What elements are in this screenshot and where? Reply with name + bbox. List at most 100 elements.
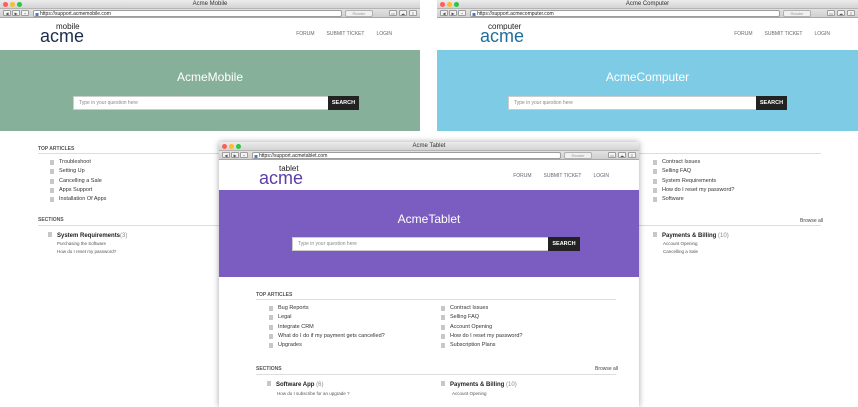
article-link[interactable]: Cancelling a Sale bbox=[59, 177, 102, 186]
list-item[interactable]: What do I do if my payment gets cancelle… bbox=[269, 332, 385, 341]
article-link[interactable]: System Requirements bbox=[662, 177, 716, 186]
search-input[interactable]: Type in your question here bbox=[73, 96, 329, 110]
nav-login[interactable]: LOGIN bbox=[376, 31, 392, 37]
list-item[interactable]: System Requirements bbox=[653, 177, 734, 186]
article-link[interactable]: Installation Of Apps bbox=[59, 195, 106, 204]
forward-icon[interactable]: ▶ bbox=[12, 10, 20, 16]
tablet-toolbar: ◀ ▶ + https://support.acmetablet.com Rea… bbox=[219, 151, 639, 160]
article-link[interactable]: How do I reset my password? bbox=[450, 332, 522, 341]
list-item[interactable]: Legal bbox=[269, 313, 385, 322]
mobile-titlebar: Acme Mobile bbox=[0, 0, 420, 9]
address-bar[interactable]: https://support.acmemobile.com bbox=[33, 10, 342, 17]
nav-submit-ticket[interactable]: SUBMIT TICKET bbox=[765, 31, 803, 37]
list-item[interactable]: How do I reset my password? bbox=[441, 332, 522, 341]
nav-submit-ticket[interactable]: SUBMIT TICKET bbox=[327, 31, 365, 37]
list-item[interactable]: Cancelling a Sale bbox=[50, 177, 106, 186]
section-payments-billing[interactable]: Payments & Billing (10) bbox=[441, 381, 517, 388]
article-link[interactable]: Upgrades bbox=[278, 341, 302, 350]
reader-button[interactable]: Reader bbox=[345, 10, 373, 17]
top-articles-label: TOP ARTICLES bbox=[38, 146, 75, 152]
nav-login[interactable]: LOGIN bbox=[814, 31, 830, 37]
document-icon bbox=[441, 324, 445, 330]
search-input[interactable]: Type in your question here bbox=[292, 237, 549, 251]
list-item[interactable]: How do I reset my password? bbox=[57, 248, 116, 256]
list-item[interactable]: Selling FAQ bbox=[653, 167, 734, 176]
forward-icon[interactable]: ▶ bbox=[449, 10, 457, 16]
list-item[interactable]: Purchasing the Software bbox=[57, 240, 116, 248]
list-item[interactable]: Troubleshoot bbox=[50, 158, 106, 167]
reader-button[interactable]: Reader bbox=[564, 152, 592, 159]
forward-icon[interactable]: ▶ bbox=[231, 152, 239, 158]
back-icon[interactable]: ◀ bbox=[3, 10, 11, 16]
article-link[interactable]: Contract Issues bbox=[662, 158, 700, 167]
cloud-icon[interactable]: ☁ bbox=[618, 152, 626, 158]
list-item[interactable]: Bug Reports bbox=[269, 304, 385, 313]
article-link[interactable]: Software bbox=[662, 195, 684, 204]
document-icon bbox=[653, 169, 657, 175]
list-item[interactable]: How do I reset my password? bbox=[653, 186, 734, 195]
share-icon[interactable]: ▭ bbox=[608, 152, 616, 158]
section-system-requirements[interactable]: System Requirements(3) bbox=[48, 232, 127, 239]
share-icon[interactable]: ▭ bbox=[827, 10, 835, 16]
list-item[interactable]: Integrate CRM bbox=[269, 323, 385, 332]
reader-button[interactable]: Reader bbox=[783, 10, 811, 17]
section-software-app[interactable]: Software App (6) bbox=[267, 381, 323, 388]
document-icon bbox=[50, 160, 54, 166]
computer-site-header: computer acme FORUM SUBMIT TICKET LOGIN bbox=[437, 18, 858, 50]
nav-submit-ticket[interactable]: SUBMIT TICKET bbox=[544, 173, 582, 179]
list-item[interactable]: Account Opening bbox=[441, 323, 522, 332]
tabs-icon[interactable]: ≡ bbox=[847, 10, 855, 16]
nav-forum[interactable]: FORUM bbox=[734, 31, 752, 37]
tabs-icon[interactable]: ≡ bbox=[628, 152, 636, 158]
search-button[interactable]: SEARCH bbox=[328, 96, 359, 110]
tabs-icon[interactable]: ≡ bbox=[409, 10, 417, 16]
address-bar[interactable]: https://support.acmetablet.com bbox=[252, 152, 561, 159]
section-payments-billing[interactable]: Payments & Billing (10) bbox=[653, 232, 729, 239]
list-item[interactable]: Software bbox=[653, 195, 734, 204]
search-button[interactable]: SEARCH bbox=[756, 96, 787, 110]
article-link[interactable]: Account Opening bbox=[450, 323, 492, 332]
nav-forum[interactable]: FORUM bbox=[296, 31, 314, 37]
article-link[interactable]: Contract Issues bbox=[450, 304, 488, 313]
nav-login[interactable]: LOGIN bbox=[593, 173, 609, 179]
article-link[interactable]: Troubleshoot bbox=[59, 158, 91, 167]
share-icon[interactable]: ▭ bbox=[389, 10, 397, 16]
article-link[interactable]: Apps Support bbox=[59, 186, 92, 195]
list-item[interactable]: Account Opening bbox=[452, 390, 487, 398]
list-item[interactable]: Setting Up bbox=[50, 167, 106, 176]
search-button[interactable]: SEARCH bbox=[548, 237, 580, 251]
article-link[interactable]: Selling FAQ bbox=[662, 167, 691, 176]
search-input[interactable]: Type in your question here bbox=[508, 96, 757, 110]
back-icon[interactable]: ◀ bbox=[440, 10, 448, 16]
list-item[interactable]: Apps Support bbox=[50, 186, 106, 195]
list-item[interactable]: Subscription Plans bbox=[441, 341, 522, 350]
add-icon[interactable]: + bbox=[21, 10, 29, 16]
browse-all-link[interactable]: Browse all bbox=[595, 366, 618, 372]
article-link[interactable]: Subscription Plans bbox=[450, 341, 496, 350]
cloud-icon[interactable]: ☁ bbox=[399, 10, 407, 16]
list-item[interactable]: Selling FAQ bbox=[441, 313, 522, 322]
url-text: https://support.acmetablet.com bbox=[259, 153, 328, 159]
article-link[interactable]: Setting Up bbox=[59, 167, 85, 176]
cloud-icon[interactable]: ☁ bbox=[837, 10, 845, 16]
list-item[interactable]: Installation Of Apps bbox=[50, 195, 106, 204]
browse-all-link[interactable]: Browse all bbox=[800, 218, 823, 224]
nav-forum[interactable]: FORUM bbox=[513, 173, 531, 179]
list-item[interactable]: How do I subscribe for an upgrade ? bbox=[277, 390, 350, 398]
article-link[interactable]: Bug Reports bbox=[278, 304, 309, 313]
list-item[interactable]: Account Opening bbox=[663, 240, 698, 248]
article-link[interactable]: Selling FAQ bbox=[450, 313, 479, 322]
list-item[interactable]: Cancelling a Sale bbox=[663, 248, 698, 256]
section-count: (3) bbox=[120, 233, 128, 239]
article-link[interactable]: How do I reset my password? bbox=[662, 186, 734, 195]
list-item[interactable]: Contract Issues bbox=[441, 304, 522, 313]
list-item[interactable]: Upgrades bbox=[269, 341, 385, 350]
article-link[interactable]: Integrate CRM bbox=[278, 323, 314, 332]
article-link[interactable]: What do I do if my payment gets cancelle… bbox=[278, 332, 385, 341]
address-bar[interactable]: https://support.acmecomputer.com bbox=[470, 10, 780, 17]
list-item[interactable]: Contract Issues bbox=[653, 158, 734, 167]
add-icon[interactable]: + bbox=[458, 10, 466, 16]
article-link[interactable]: Legal bbox=[278, 313, 291, 322]
add-icon[interactable]: + bbox=[240, 152, 248, 158]
back-icon[interactable]: ◀ bbox=[222, 152, 230, 158]
